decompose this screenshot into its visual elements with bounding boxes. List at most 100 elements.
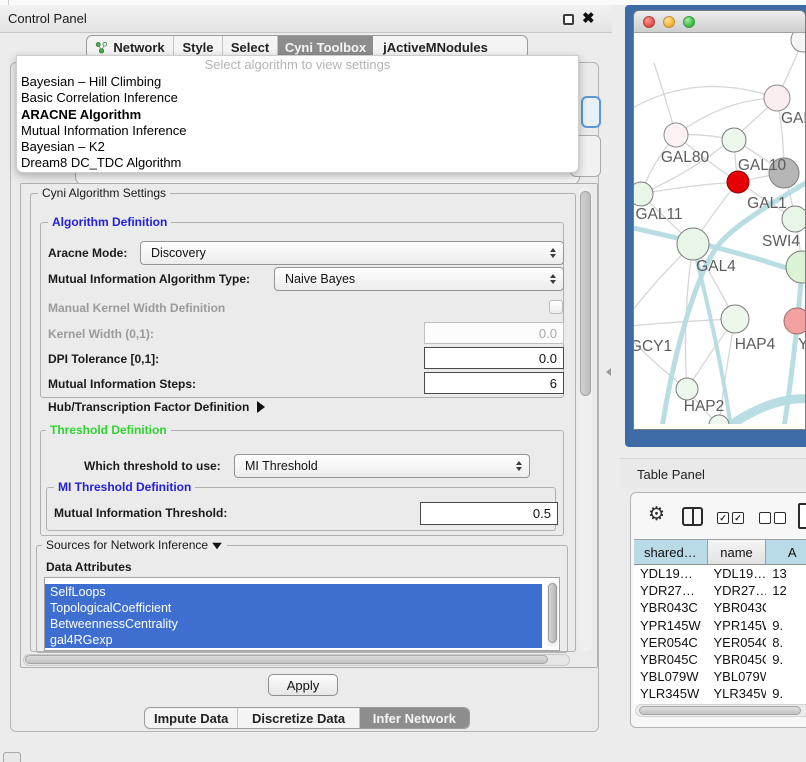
tab-label: Style (182, 40, 213, 55)
kernel-width-value: 0.0 (539, 326, 557, 341)
attribute-item-gal4rgexp[interactable]: gal4RGexp (45, 632, 542, 648)
table-cell: YPR145W (708, 617, 767, 634)
split-columns-icon[interactable] (682, 507, 703, 526)
mi-steps-value: 6 (550, 376, 557, 391)
algorithm-option-bayesian-k2[interactable]: Bayesian – K2 (17, 139, 578, 155)
close-traffic-light-icon[interactable] (643, 16, 655, 28)
column-header-a[interactable]: A (766, 540, 806, 564)
sources-title-text: Sources for Network Inference (46, 538, 208, 552)
algorithm-option-bayesian-hill-climbing[interactable]: Bayesian – Hill Climbing (17, 74, 578, 90)
node-label-gal1: GAL1 (747, 195, 787, 212)
node-label-gal10: GAL10 (738, 157, 787, 174)
table-cell: 12 (766, 582, 806, 599)
settings-horizontal-scrollbar-thumb[interactable] (25, 655, 548, 664)
attribute-item-topologicalcoefficient[interactable]: TopologicalCoefficient (45, 600, 542, 616)
algorithm-option-dream8-dc-tdc-algorithm[interactable]: Dream8 DC_TDC Algorithm (17, 155, 578, 171)
gear-icon[interactable]: ⚙ (648, 505, 665, 524)
float-window-icon[interactable] (563, 14, 574, 25)
algorithm-option-aracne-algorithm[interactable]: ARACNE Algorithm (17, 107, 578, 123)
table-toolbar: ⚙ ✓✓ (631, 493, 806, 539)
tab-impute-data[interactable]: Impute Data (145, 708, 238, 728)
mi-steps-field[interactable]: 6 (424, 372, 564, 394)
select-all-checkboxes-icon[interactable]: ✓✓ (717, 512, 744, 524)
aracne-mode-select[interactable]: Discovery (140, 241, 564, 265)
tab-label: Impute Data (154, 711, 228, 726)
network-window: GALGAL80GAL10GAL1GAL11SWI4GAL4HAP4YGCY1H… (633, 10, 806, 430)
table-row[interactable]: YPR145WYPR145W9. (634, 617, 806, 634)
tab-infer-network[interactable]: Infer Network (360, 708, 469, 728)
table-cell: YDL19… (634, 565, 708, 582)
table-row[interactable]: YDL19…YDL19…13 (634, 565, 806, 582)
node-top-partial[interactable] (791, 33, 805, 52)
manual-kernel-checkbox[interactable] (549, 300, 563, 314)
control-panel-titlebar: Control Panel ✖ (0, 5, 612, 33)
table-row[interactable]: YBR043CYBR043C (634, 599, 806, 616)
expand-right-icon (257, 401, 265, 413)
table-cell: YBR045C (634, 651, 708, 668)
attribute-item-selfloops[interactable]: SelfLoops (45, 584, 542, 600)
mi-algorithm-type-value: Naive Bayes (285, 272, 355, 286)
table-row[interactable]: YLR345WYLR345W9. (634, 685, 806, 702)
network-edge (676, 98, 777, 135)
minimize-traffic-light-icon[interactable] (663, 16, 675, 28)
sources-group-title[interactable]: Sources for Network Inference (42, 538, 227, 552)
tab-label: Select (231, 40, 269, 55)
tab-label: Cyni Toolbox (285, 40, 366, 55)
settings-group-title: Cyni Algorithm Settings (38, 186, 170, 200)
settings-vertical-scrollbar-thumb[interactable] (580, 191, 591, 396)
panel-collapse-arrow-icon[interactable] (606, 368, 611, 376)
node-red[interactable] (727, 171, 749, 193)
attribute-item-betweennesscentrality[interactable]: BetweennessCentrality (45, 616, 542, 632)
table-row[interactable]: YBR045CYBR045C9. (634, 651, 806, 668)
table-cell: YER054C (634, 634, 708, 651)
mi-threshold-field[interactable]: 0.5 (420, 502, 558, 525)
algorithm-option-basic-correlation-inference[interactable]: Basic Correlation Inference (17, 90, 578, 106)
hub-definition-expander[interactable]: Hub/Transcription Factor Definition (48, 400, 265, 414)
new-table-icon[interactable] (798, 503, 806, 529)
attributes-vertical-scrollbar[interactable] (547, 581, 558, 647)
table-row[interactable]: YDR27…YDR27…12 (634, 582, 806, 599)
table-cell: YDR27… (708, 582, 767, 599)
mi-threshold-label: Mutual Information Threshold: (54, 506, 227, 520)
network-node-hap2[interactable] (676, 378, 698, 400)
manual-kernel-label: Manual Kernel Width Definition (48, 301, 225, 315)
zoom-traffic-light-icon[interactable] (683, 16, 695, 28)
table-cell: YBR045C (708, 651, 767, 668)
table-cell: YBL079W (708, 668, 767, 685)
apply-button[interactable]: Apply (268, 674, 338, 696)
tab-discretize-data[interactable]: Discretize Data (238, 708, 359, 728)
table-horizontal-scrollbar[interactable] (635, 704, 806, 717)
network-edge (641, 98, 777, 194)
table-row[interactable]: YBL079WYBL079W (634, 668, 806, 685)
table-cell: YPR145W (634, 617, 708, 634)
table-cell (766, 599, 806, 616)
node-label-gal: GAL (781, 110, 805, 127)
dpi-tolerance-field[interactable]: 0.0 (424, 347, 564, 369)
data-attributes-list[interactable]: SelfLoopsTopologicalCoefficientBetweenne… (44, 577, 560, 651)
network-node-hap4[interactable] (721, 305, 749, 333)
deselect-all-checkboxes-icon[interactable] (759, 512, 786, 524)
column-header-shared[interactable]: shared… (634, 540, 708, 564)
algorithm-option-mutual-information-inference[interactable]: Mutual Information Inference (17, 123, 578, 139)
table-panel-body: ⚙ ✓✓ shared…nameA YDL19…YDL19…13YDR27…YD… (630, 492, 806, 728)
scrollbar-thumb[interactable] (639, 706, 801, 715)
table-cell: 9. (766, 685, 806, 702)
minimized-panel-chip[interactable] (3, 752, 21, 762)
mi-algorithm-type-select[interactable]: Naive Bayes (274, 267, 564, 291)
network-window-titlebar (634, 11, 805, 33)
network-node-gal4[interactable] (677, 228, 709, 260)
table-row[interactable]: YER054CYER054C8. (634, 634, 806, 651)
obscured-focused-button (581, 96, 601, 128)
which-threshold-select[interactable]: MI Threshold (234, 454, 530, 478)
close-icon[interactable]: ✖ (582, 9, 595, 27)
network-node-gal80[interactable] (664, 123, 688, 147)
column-header-name[interactable]: name (708, 540, 767, 564)
network-node-gal10[interactable] (722, 128, 746, 152)
network-canvas[interactable]: GALGAL80GAL10GAL1GAL11SWI4GAL4HAP4YGCY1H… (634, 33, 805, 424)
scrollbar-thumb[interactable] (548, 583, 557, 643)
network-node-y[interactable] (784, 308, 805, 334)
network-node-swi4[interactable] (786, 251, 805, 283)
network-node-gal11[interactable] (634, 182, 653, 206)
node-bottom-partial[interactable] (709, 415, 729, 424)
network-node-gal[interactable] (764, 85, 790, 111)
